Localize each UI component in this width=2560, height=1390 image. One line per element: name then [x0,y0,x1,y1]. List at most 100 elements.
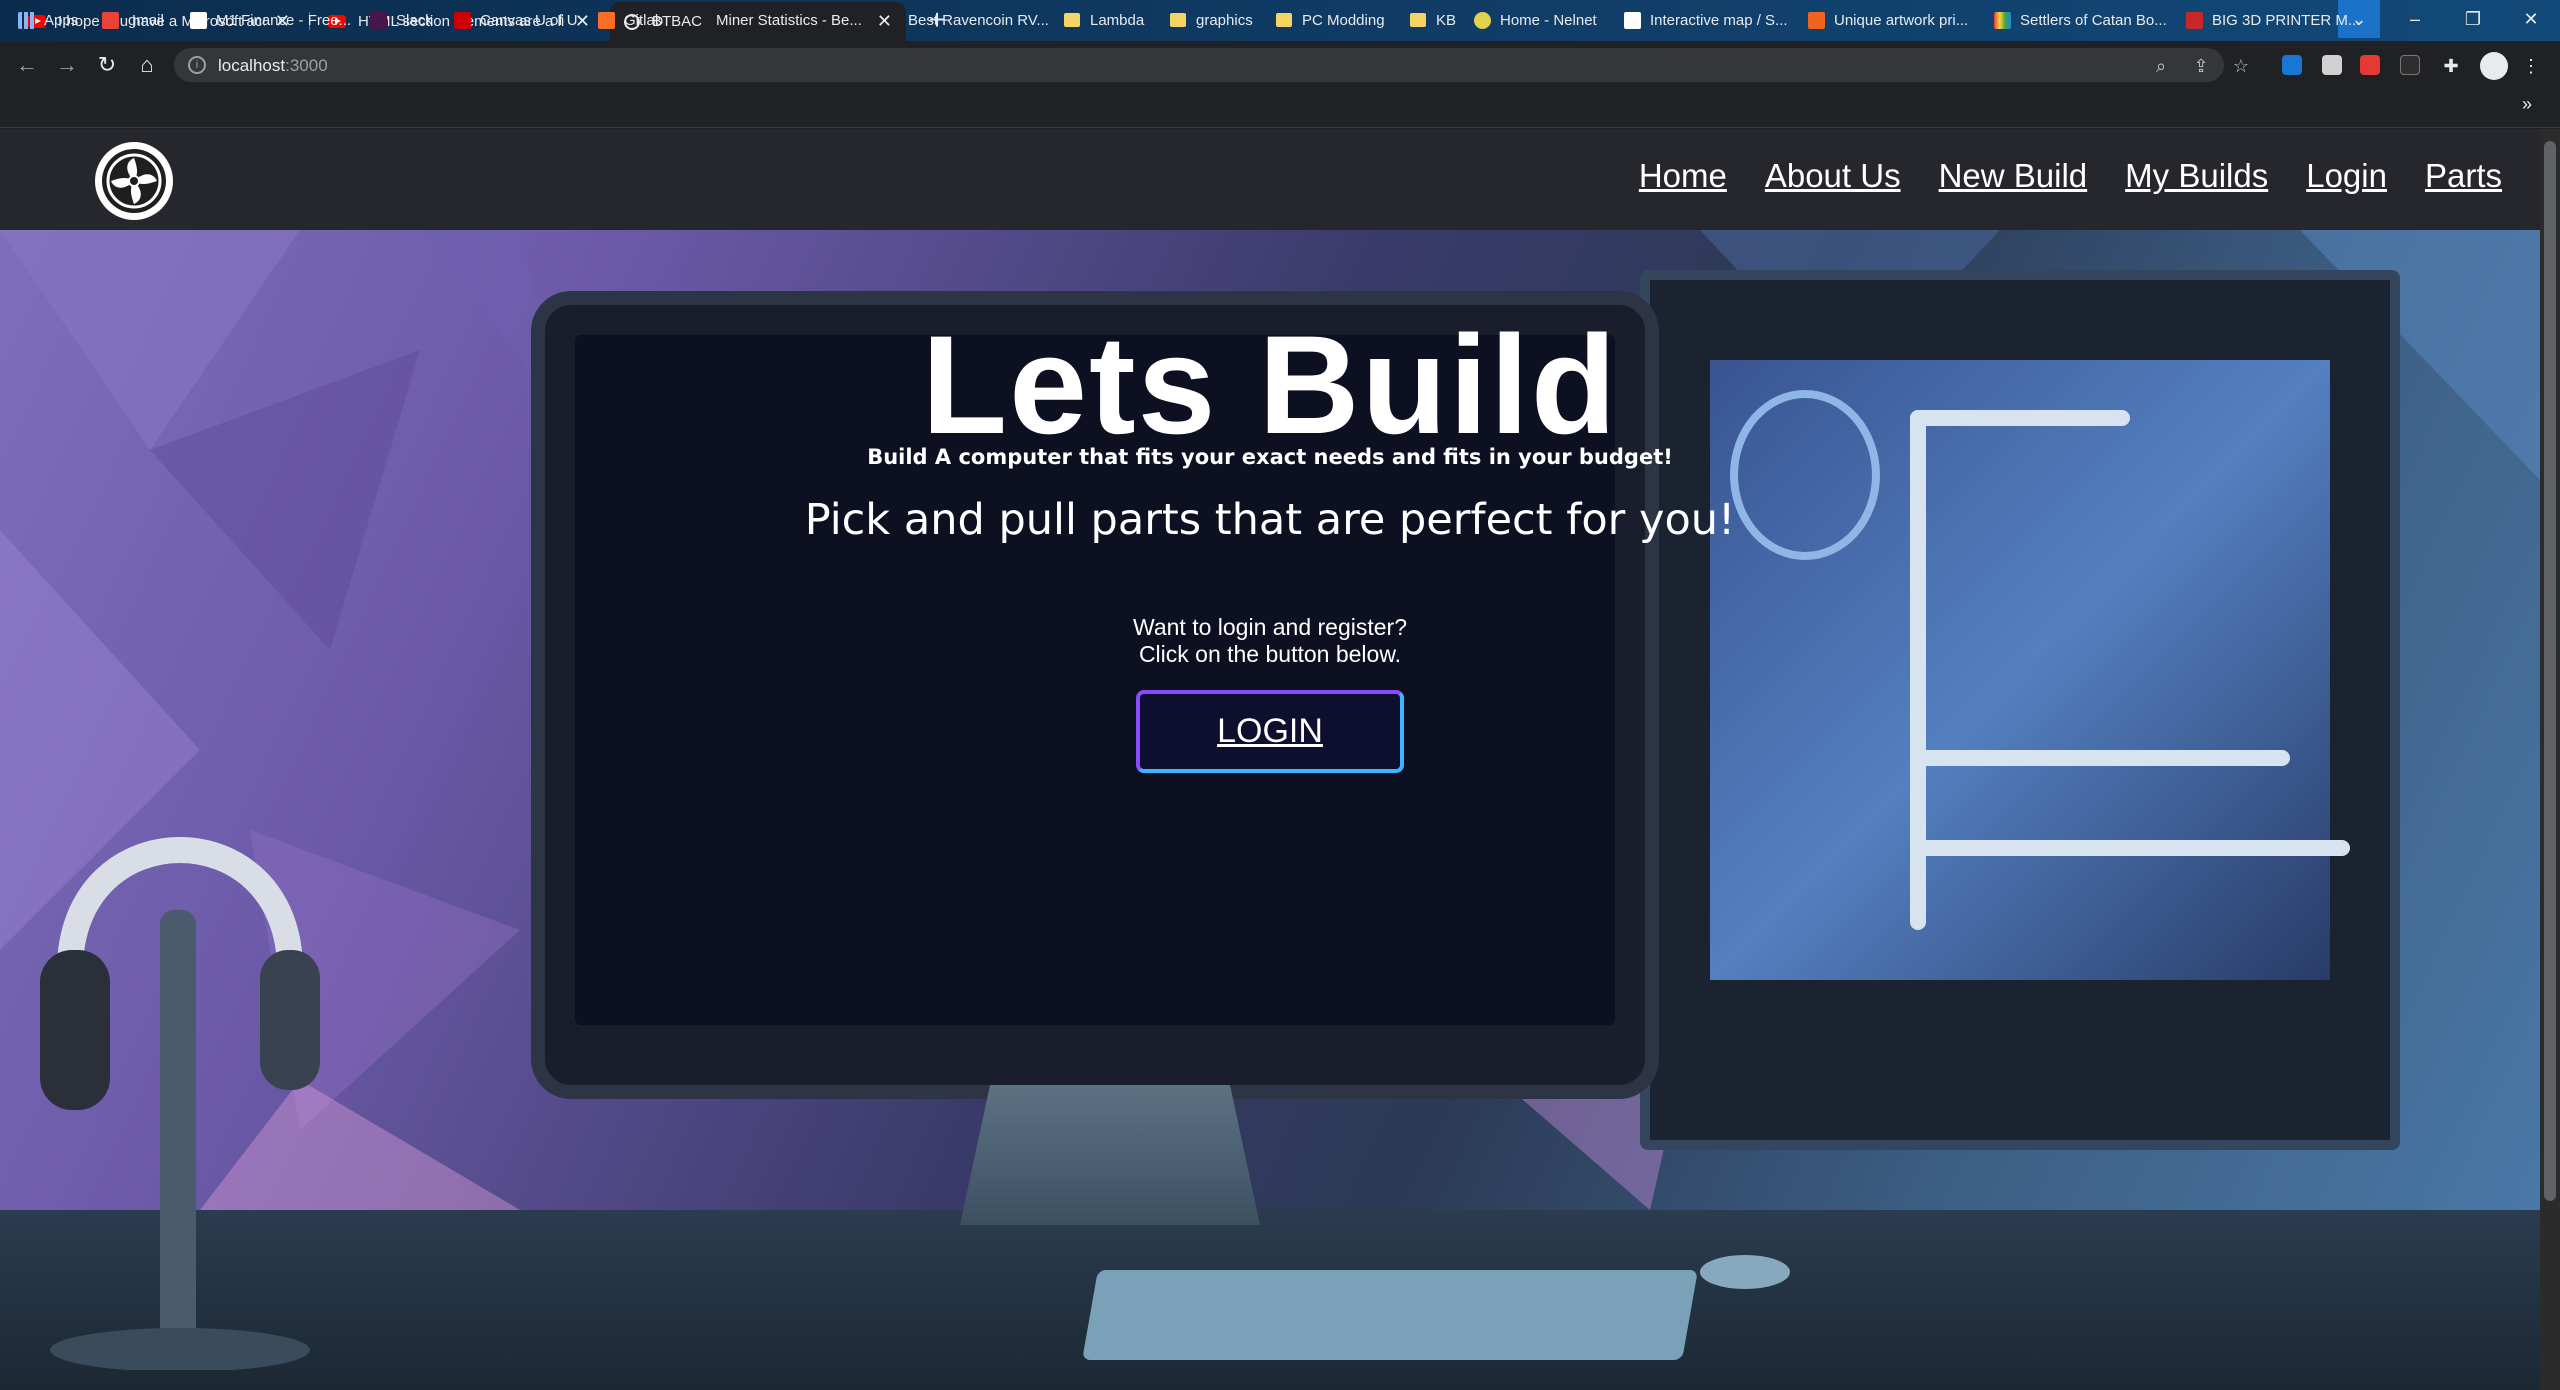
nav-home-link[interactable]: Home [1639,157,1727,195]
bookmarks-overflow-icon[interactable]: » [2522,94,2532,115]
nav-about-link[interactable]: About Us [1765,157,1901,195]
home-icon[interactable]: ⌂ [132,52,162,78]
fan-logo-icon [106,153,162,209]
bookmark-gitlab[interactable]: Gitlab [598,9,663,31]
monitor-stand-illustration [960,1085,1260,1225]
extension-4-icon[interactable] [2400,55,2420,75]
login-prompt-line-1: Want to login and register? [1132,614,1408,640]
bookmark-label: Lambda [1090,11,1145,29]
forward-icon[interactable]: → [52,52,82,78]
bookmark-folder-graphics[interactable]: graphics [1170,9,1253,31]
gmail-icon [102,11,119,29]
restore-icon[interactable]: ❐ [2444,0,2502,38]
map-icon [1624,11,1641,29]
login-prompt-line-2: Click on the button below. [1138,641,1402,667]
url-port: :3000 [285,56,328,75]
gitlab-icon [598,11,615,29]
reload-icon[interactable]: ↻ [92,52,122,78]
catan-icon [1994,11,2011,29]
bookmark-label: BIG 3D PRINTER M... [2212,11,2361,29]
etsy-icon [1808,11,1825,29]
folder-icon [1276,13,1292,27]
bookmark-label: M1 Finance - Free... [216,11,352,29]
web-page: Home About Us New Build My Builds Login … [0,129,2540,1390]
bookmark-m1[interactable]: M1 Finance - Free... [190,9,351,31]
bookmark-canvas[interactable]: Canvas U of U [454,9,578,31]
url-text: localhost:3000 [218,56,328,76]
page-scrollbar[interactable] [2540,129,2560,1390]
utah-icon [454,11,471,29]
bookmark-nelnet[interactable]: Home - Nelnet [1474,9,1597,31]
extensions-puzzle-icon[interactable]: ✚ [2438,54,2464,78]
site-info-icon[interactable]: i [188,56,206,74]
mouse-illustration [1700,1255,1790,1289]
minimize-icon[interactable]: – [2386,0,2444,38]
bookmark-label: KB [1436,11,1457,29]
bookmarks-bar [0,88,2560,128]
bookmark-folder-pc-modding[interactable]: PC Modding [1276,9,1385,31]
apps-grid-icon [18,11,35,29]
nav-new-build-link[interactable]: New Build [1939,157,2088,195]
bookmark-etsy[interactable]: Unique artwork pri... [1808,9,1968,31]
hero-title: Lets Build [921,306,1619,463]
profile-avatar[interactable] [2480,52,2508,80]
bookmark-catan[interactable]: Settlers of Catan Bo... [1994,9,2167,31]
bookmark-label: Apps [44,11,79,29]
bookmark-gmail[interactable]: gmail [102,9,164,31]
url-host: localhost [218,56,286,75]
m1-icon [190,11,207,29]
bookmark-slack[interactable]: Slack [370,9,433,31]
scrollbar-thumb[interactable] [2544,141,2556,1201]
bookmark-label: Canvas U of U [480,11,578,29]
bookmark-label: Miner Statistics - Be... [716,11,862,29]
login-prompt: Want to login and register? Click on the… [0,614,2540,668]
extension-2-icon[interactable] [2322,55,2342,75]
site-header: Home About Us New Build My Builds Login … [0,129,2540,230]
share-icon[interactable]: ⇪ [2188,54,2214,78]
folder-icon [1170,13,1186,27]
bookmark-folder-lambda[interactable]: Lambda [1064,9,1144,31]
site-logo[interactable] [95,142,173,220]
zoom-icon[interactable]: ⌕ [2148,54,2174,78]
hero-section: Lets Build Build A computer that fits yo… [0,230,2540,1390]
extension-3-icon[interactable] [2360,55,2380,75]
slack-icon [370,11,387,29]
bookmark-interactive-map[interactable]: Interactive map / S... [1624,9,1788,31]
coolant-tube [1910,840,2350,856]
bookmark-label: Slack [396,11,433,29]
bookmark-label: gmail [128,11,164,29]
address-bar[interactable]: i localhost:3000 [174,48,2224,82]
bookmark-folder-kb[interactable]: KB [1410,9,1456,31]
hero-subtitle: Build A computer that fits your exact ne… [867,445,1673,469]
folder-icon [1064,13,1080,27]
back-icon[interactable]: ← [12,52,42,78]
printer-icon [2186,11,2203,29]
headphones-illustration [40,837,320,1370]
nelnet-icon [1474,11,1491,29]
nav-parts-link[interactable]: Parts [2425,157,2502,195]
bookmark-label: Settlers of Catan Bo... [2020,11,2167,29]
bookmark-3d-printer[interactable]: BIG 3D PRINTER M... [2186,9,2360,31]
main-nav: Home About Us New Build My Builds Login … [1639,157,2502,195]
bookmark-label: Best Ravencoin RV... [908,11,1049,29]
nav-login-link[interactable]: Login [2306,157,2387,195]
bookmark-label: Unique artwork pri... [1834,11,1969,29]
close-tab-icon[interactable]: ✕ [877,11,892,32]
hero-login-button[interactable]: LOGIN [1136,690,1404,773]
folder-icon [1410,13,1426,27]
bookmark-label: Home - Nelnet [1500,11,1597,29]
bookmark-label: Gitlab [624,11,664,29]
keyboard-illustration [1082,1270,1698,1360]
bookmark-miner-stats[interactable]: Miner Statistics - Be... [716,9,862,31]
bookmark-label: Interactive map / S... [1650,11,1788,29]
extension-1-icon[interactable] [2282,55,2302,75]
bookmark-label: PC Modding [1302,11,1385,29]
bookmark-apps[interactable]: Apps [18,9,78,31]
close-window-icon[interactable]: ✕ [2502,0,2560,38]
bookmark-star-icon[interactable]: ☆ [2228,54,2254,78]
bookmark-label: graphics [1196,11,1253,29]
bookmark-ravencoin[interactable]: Best Ravencoin RV... [908,9,1049,31]
nav-my-builds-link[interactable]: My Builds [2125,157,2268,195]
menu-kebab-icon[interactable]: ⋮ [2518,54,2544,78]
hero-tagline: Pick and pull parts that are perfect for… [804,495,1736,545]
